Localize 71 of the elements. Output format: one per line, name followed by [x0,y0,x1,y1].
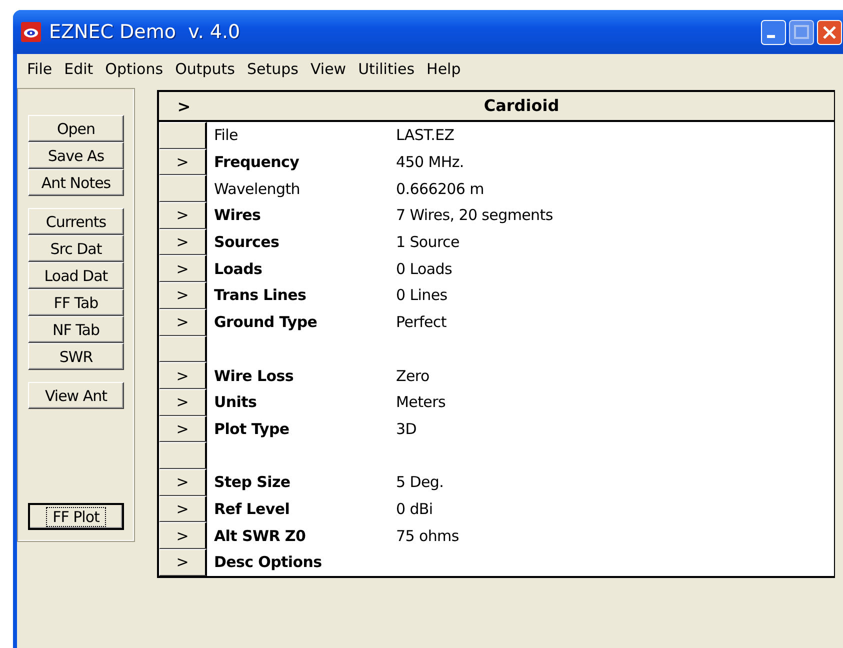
row-value: 7 Wires, 20 segments [396,206,553,224]
row-button[interactable]: > [159,228,207,256]
row-label: Loads [214,260,264,278]
row-label: Frequency [214,153,300,172]
menu-item[interactable]: Help [420,58,467,80]
grid-title: Cardioid [482,95,560,117]
row-value: 0.666206 m [396,180,484,198]
menu-item[interactable]: View [304,58,352,80]
row-button[interactable]: > [159,388,207,416]
row-value: 0 dBi [396,500,433,518]
menu-item[interactable]: Options [99,58,170,80]
row-label: Alt SWR Z0 [214,526,307,545]
row-value: 0 Lines [396,286,448,304]
row-label: Trans Lines [214,286,308,304]
row-button[interactable] [159,442,207,469]
menu-item[interactable]: Setups [240,58,304,80]
app-icon [21,22,41,42]
menu-item[interactable]: Outputs [169,58,241,80]
row-label: Step Size [214,473,292,492]
row-button[interactable]: > [159,362,207,389]
row-value: 75 ohms [396,526,459,545]
side-button[interactable]: Load Dat [28,262,124,289]
row-label: File [214,126,239,144]
row-value: Zero [396,366,430,385]
maximize-icon[interactable] [789,20,814,44]
menu-item[interactable]: Edit [58,58,100,80]
plot-button[interactable]: FF Plot [28,503,124,530]
side-button[interactable]: NF Tab [28,316,124,343]
row-label: Desc Options [214,553,323,572]
side-button[interactable]: Src Dat [28,235,124,262]
close-icon[interactable] [817,20,842,44]
row-button[interactable]: > [159,522,207,549]
side-button[interactable]: Ant Notes [28,169,124,196]
row-value: 450 MHz. [396,153,464,172]
row-button[interactable] [159,122,207,149]
row-button[interactable] [159,175,207,202]
row-button[interactable]: > [159,308,207,336]
menu-item[interactable]: Utilities [352,58,421,80]
row-value: 5 Deg. [396,473,444,492]
minimize-icon[interactable] [761,20,786,44]
row-button[interactable]: > [159,496,207,522]
row-label: Wire Loss [214,366,294,385]
row-value: 1 Source [396,233,460,252]
window-title: EZNEC Demo v. 4.0 [49,21,242,43]
row-value: 0 Loads [396,260,452,278]
row-label: Units [214,393,258,412]
row-button[interactable] [159,336,207,362]
side-button[interactable]: FF Tab [28,289,124,316]
side-button[interactable]: SWR [28,343,124,370]
side-button[interactable]: View Ant [28,382,124,409]
side-button[interactable]: Open [28,115,124,142]
row-button[interactable]: > [159,202,207,229]
row-button[interactable]: > [159,255,207,282]
row-value: 3D [396,420,416,438]
menu-item[interactable]: File [21,58,58,80]
row-button[interactable]: > [159,282,207,309]
row-label: Sources [214,233,280,252]
row-button[interactable]: > [159,416,207,442]
row-button[interactable]: > [159,148,207,176]
row-value: LAST.EZ [396,126,454,144]
row-label: Ref Level [214,500,291,518]
row-button[interactable]: > [159,549,207,576]
row-value: Meters [396,393,446,412]
row-value: Perfect [396,313,446,332]
side-button[interactable]: Currents [28,208,124,235]
row-label: Ground Type [214,313,318,332]
row-label: Wires [214,206,262,224]
side-button[interactable]: Save As [28,142,124,169]
row-label: Plot Type [214,420,290,438]
row-button[interactable]: > [159,468,207,496]
row-label: Wavelength [214,180,301,198]
